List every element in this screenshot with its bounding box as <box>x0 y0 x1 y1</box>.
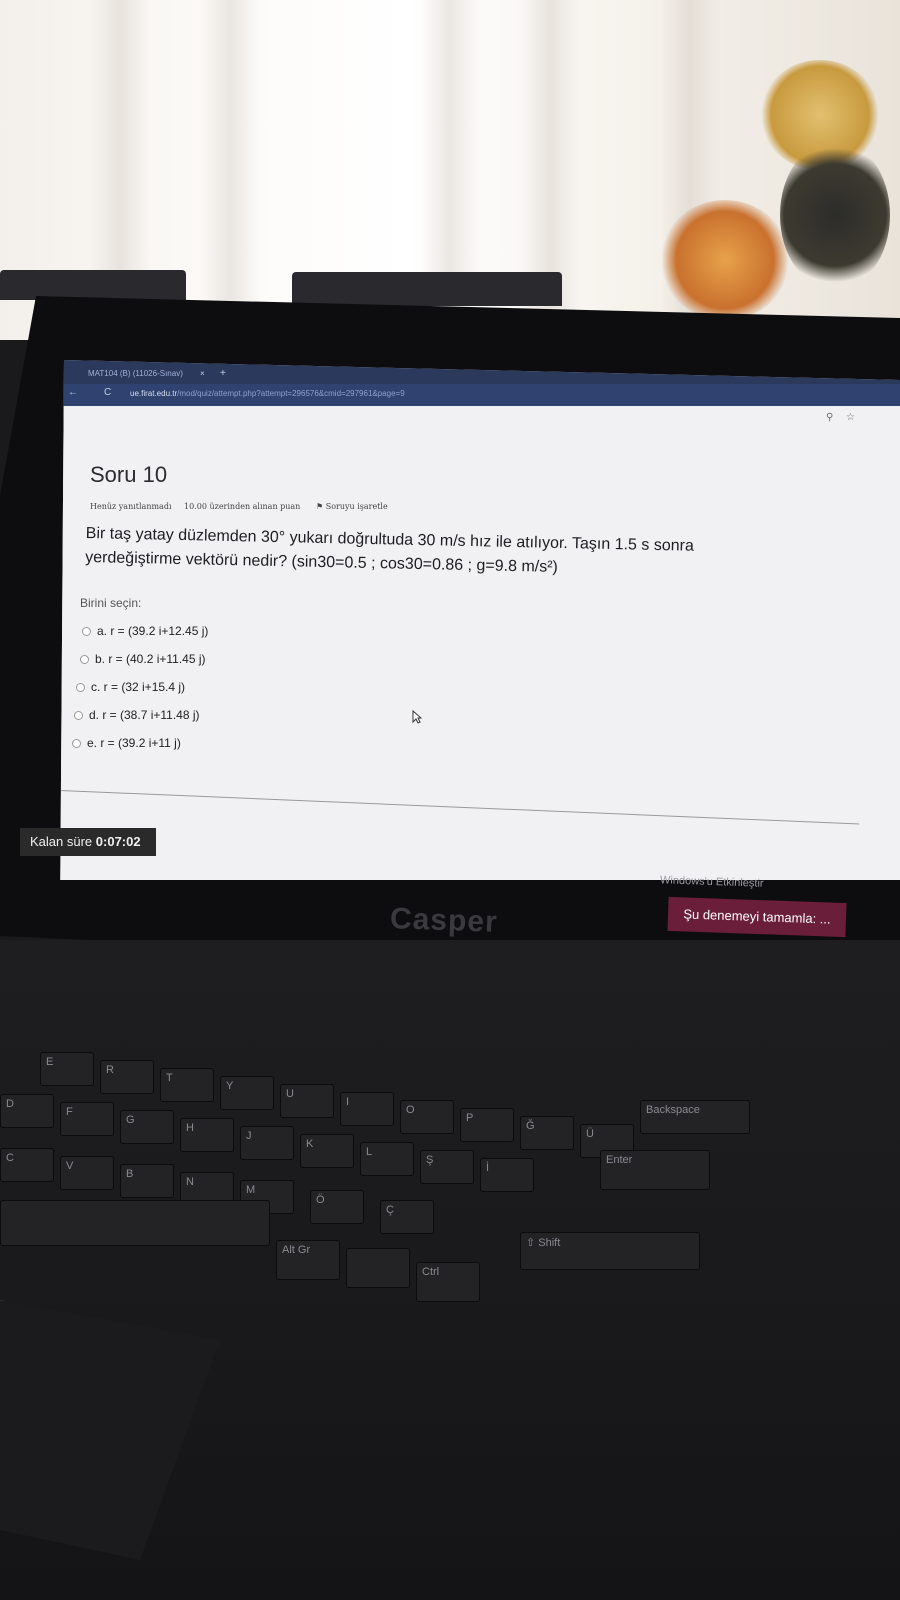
answer-option-d[interactable]: d. r = (38.7 i+11.48 j) <box>74 708 200 722</box>
key[interactable]: V <box>60 1156 114 1190</box>
url-domain: ue.firat.edu.tr <box>130 389 178 398</box>
url-path: /mod/quiz/attempt.php?attempt=296576&cmi… <box>177 389 405 398</box>
option-label: b. r = (40.2 i+11.45 j) <box>95 652 206 666</box>
url-field[interactable]: ue.firat.edu.tr/mod/quiz/attempt.php?att… <box>130 389 405 398</box>
answer-option-a[interactable]: a. r = (39.2 i+12.45 j) <box>82 624 208 638</box>
quiz-page: ⚲ ☆ Soru 10 Henüz yanıtlanmadı 10.00 üze… <box>60 406 900 880</box>
browser-tab[interactable]: MAT104 (B) (11026-Sınav) <box>80 364 218 384</box>
key[interactable]: R <box>100 1060 154 1094</box>
key[interactable]: B <box>120 1164 174 1198</box>
background-monitor <box>0 270 186 300</box>
menu-key[interactable] <box>346 1248 410 1288</box>
key[interactable]: J <box>240 1126 294 1160</box>
radio-button[interactable] <box>72 739 81 749</box>
option-label: e. r = (39.2 i+11 j) <box>87 736 181 750</box>
key[interactable]: F <box>60 1102 114 1136</box>
flag-question-link[interactable]: ⚑ Soruyu işaretle <box>316 502 388 511</box>
answer-option-b[interactable]: b. r = (40.2 i+11.45 j) <box>80 652 206 666</box>
browser-address-bar: ← C ue.firat.edu.tr/mod/quiz/attempt.php… <box>60 384 900 406</box>
laptop-brand-logo: Casper <box>389 902 499 939</box>
star-icon[interactable]: ☆ <box>846 412 855 423</box>
key[interactable]: Ç <box>380 1200 434 1234</box>
back-icon[interactable]: ← <box>68 387 78 398</box>
curtain-fold <box>200 0 260 340</box>
tab-close-icon[interactable]: × <box>200 364 205 384</box>
divider <box>60 790 860 825</box>
answer-option-c[interactable]: c. r = (32 i+15.4 j) <box>76 680 185 694</box>
radio-button[interactable] <box>76 683 85 693</box>
radio-button[interactable] <box>80 655 89 665</box>
key[interactable]: P <box>460 1108 514 1142</box>
key[interactable]: E <box>40 1052 94 1086</box>
option-label: a. r = (39.2 i+12.45 j) <box>97 624 209 638</box>
timer-label: Kalan süre <box>30 834 93 849</box>
flower-decoration <box>780 140 890 290</box>
key[interactable]: U <box>280 1084 334 1118</box>
shift-key[interactable]: ⇧ Shift <box>520 1232 700 1270</box>
timer-value: 0:07:02 <box>95 834 141 849</box>
finish-attempt-button[interactable]: Şu denemeyi tamamla: ... <box>667 896 847 938</box>
question-status: Henüz yanıtlanmadı <box>90 502 172 511</box>
key[interactable]: G <box>120 1110 174 1144</box>
key[interactable]: İ <box>480 1158 534 1192</box>
key[interactable]: H <box>180 1118 234 1152</box>
search-icon[interactable]: ⚲ <box>826 412 833 423</box>
choose-label: Birini seçin: <box>80 596 142 610</box>
option-label: d. r = (38.7 i+11.48 j) <box>89 708 200 722</box>
flower-decoration <box>660 200 790 320</box>
ctrl-key[interactable]: Ctrl <box>416 1262 480 1302</box>
option-label: c. r = (32 i+15.4 j) <box>91 680 186 694</box>
flag-label: Soruyu işaretle <box>325 502 388 511</box>
key[interactable]: T <box>160 1068 214 1102</box>
key[interactable]: L <box>360 1142 414 1176</box>
key[interactable]: D <box>0 1094 54 1128</box>
question-text: Bir taş yatay düzlemden 30° yukarı doğru… <box>85 522 826 585</box>
alt-gr-key[interactable]: Alt Gr <box>276 1240 340 1280</box>
key[interactable]: C <box>0 1148 54 1182</box>
enter-key[interactable]: Enter <box>600 1150 710 1190</box>
key[interactable]: Ş <box>420 1150 474 1184</box>
new-tab-button[interactable]: + <box>220 364 226 384</box>
radio-button[interactable] <box>82 627 91 637</box>
backspace-key[interactable]: Backspace <box>640 1100 750 1134</box>
key[interactable]: Y <box>220 1076 274 1110</box>
space-bar[interactable] <box>0 1200 270 1246</box>
flag-icon: ⚑ <box>316 502 326 511</box>
mouse-cursor-icon <box>412 710 422 724</box>
key[interactable]: Ö <box>310 1190 364 1224</box>
remaining-time: Kalan süre 0:07:02 <box>20 828 156 856</box>
background-monitor <box>292 272 562 306</box>
key[interactable]: O <box>400 1100 454 1134</box>
radio-button[interactable] <box>74 711 83 721</box>
laptop-screen: MAT104 (B) (11026-Sınav) × + ← C ue.fira… <box>60 360 900 880</box>
answer-option-e[interactable]: e. r = (39.2 i+11 j) <box>72 736 181 750</box>
key[interactable]: I <box>340 1092 394 1126</box>
key[interactable]: Ğ <box>520 1116 574 1150</box>
question-title: Soru 10 <box>90 462 168 487</box>
key[interactable]: K <box>300 1134 354 1168</box>
question-points: 10.00 üzerinden alınan puan <box>184 502 301 511</box>
reload-icon[interactable]: C <box>104 387 111 398</box>
